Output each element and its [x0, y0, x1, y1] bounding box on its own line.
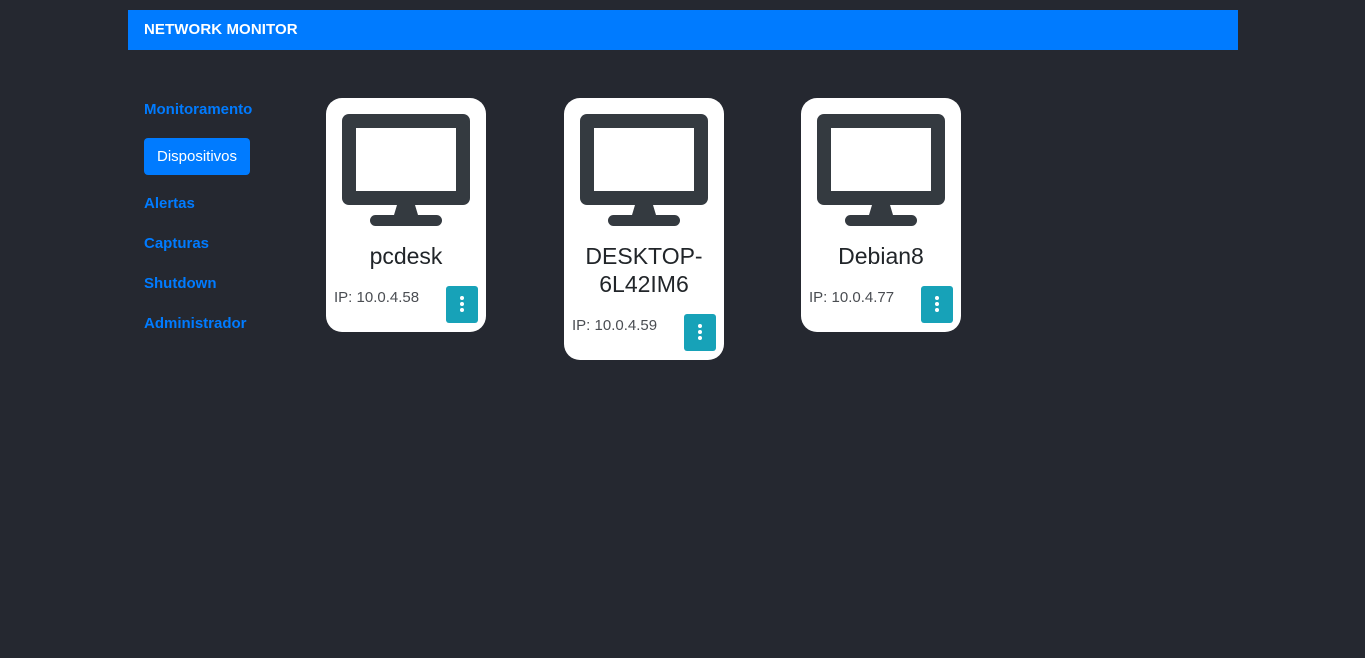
app-brand[interactable]: NETWORK MONITOR: [144, 21, 298, 39]
device-ip: IP: 10.0.4.58: [334, 289, 420, 306]
kebab-dot: [935, 302, 939, 306]
device-name: DESKTOP-6L42IM6: [585, 243, 703, 297]
desktop-monitor-icon: [580, 114, 708, 226]
sidebar-item-alertas[interactable]: Alertas: [144, 195, 195, 213]
sidebar-item-monitoramento[interactable]: Monitoramento: [144, 101, 252, 119]
device-name: pcdesk: [369, 243, 443, 269]
kebab-dot: [698, 330, 702, 334]
device-card: DESKTOP-6L42IM6 IP: 10.0.4.59: [564, 98, 724, 360]
device-ip: IP: 10.0.4.59: [572, 317, 658, 334]
kebab-dot: [698, 336, 702, 340]
kebab-dot: [935, 296, 939, 300]
sidebar-item-administrador[interactable]: Administrador: [144, 315, 247, 333]
device-card: Debian8 IP: 10.0.4.77: [801, 98, 961, 332]
device-card: pcdesk IP: 10.0.4.58: [326, 98, 486, 332]
device-name: Debian8: [838, 243, 924, 269]
sidebar-item-capturas[interactable]: Capturas: [144, 235, 209, 253]
top-navbar: NETWORK MONITOR: [128, 10, 1238, 50]
device-menu-button[interactable]: [921, 286, 953, 323]
kebab-dot: [698, 324, 702, 328]
device-menu-button[interactable]: [684, 314, 716, 351]
desktop-monitor-icon: [342, 114, 470, 226]
kebab-dot: [460, 308, 464, 312]
device-ip: IP: 10.0.4.77: [809, 289, 895, 306]
sidebar-item-shutdown[interactable]: Shutdown: [144, 275, 216, 293]
kebab-dot: [460, 296, 464, 300]
kebab-dot: [460, 302, 464, 306]
desktop-monitor-icon: [817, 114, 945, 226]
device-menu-button[interactable]: [446, 286, 478, 323]
kebab-dot: [935, 308, 939, 312]
sidebar-item-dispositivos[interactable]: Dispositivos: [144, 138, 251, 175]
